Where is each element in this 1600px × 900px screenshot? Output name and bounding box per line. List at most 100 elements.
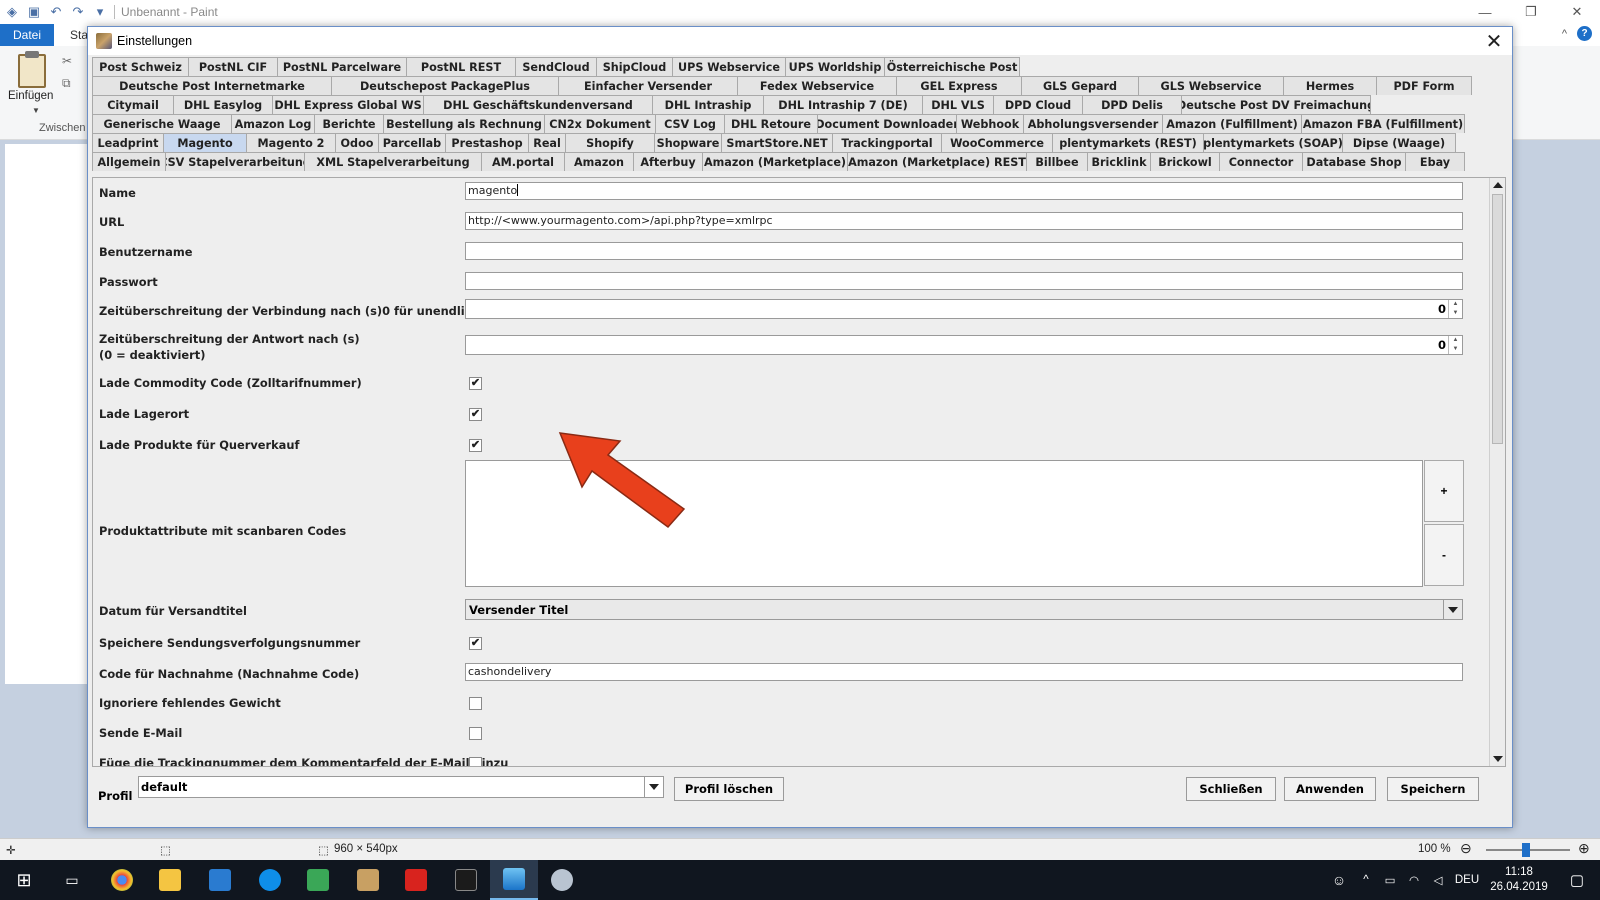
- task-view-icon[interactable]: ▭: [48, 860, 96, 900]
- add-attribute-button[interactable]: +: [1424, 460, 1464, 522]
- scrollbar-thumb[interactable]: [1492, 194, 1503, 444]
- tab-bricklink[interactable]: Bricklink: [1087, 152, 1151, 171]
- tab-database-shop[interactable]: Database Shop: [1302, 152, 1406, 171]
- tab-dpd-cloud[interactable]: DPD Cloud: [993, 95, 1083, 114]
- tab-sendcloud[interactable]: SendCloud: [515, 57, 597, 76]
- tab-ups-worldship[interactable]: UPS Worldship: [785, 57, 885, 76]
- zoom-out-icon[interactable]: ⊖: [1460, 840, 1472, 857]
- save-button[interactable]: Speichern: [1387, 777, 1479, 801]
- paint-taskbar-icon[interactable]: [490, 860, 538, 900]
- tab-dhl-retoure[interactable]: DHL Retoure: [724, 114, 818, 133]
- spinner-up-icon[interactable]: ▲: [1449, 300, 1462, 309]
- chrome-icon[interactable]: [98, 860, 146, 900]
- tab-post-schweiz[interactable]: Post Schweiz: [92, 57, 189, 76]
- tab-berichte[interactable]: Berichte: [314, 114, 384, 133]
- volume-icon[interactable]: ◁: [1426, 873, 1450, 887]
- tab-plentymarkets-soap[interactable]: plentymarkets (SOAP): [1203, 133, 1343, 152]
- tab-deutsche-post-dv-freimachung[interactable]: Deutsche Post DV Freimachung: [1181, 95, 1371, 114]
- terminal-icon[interactable]: [442, 860, 490, 900]
- querverkauf-checkbox[interactable]: ✔: [469, 439, 482, 452]
- tab-deutschepost-packageplus[interactable]: Deutschepost PackagePlus: [331, 76, 559, 95]
- delete-profile-button[interactable]: Profil löschen: [674, 777, 784, 801]
- vscode-icon[interactable]: [196, 860, 244, 900]
- commodity-code-checkbox[interactable]: ✔: [469, 377, 482, 390]
- send-email-checkbox[interactable]: [469, 727, 482, 740]
- spreadsheet-icon[interactable]: [294, 860, 342, 900]
- tab-pdf-form[interactable]: PDF Form: [1376, 76, 1472, 95]
- zoom-slider-thumb[interactable]: [1522, 843, 1530, 857]
- tab-afterbuy[interactable]: Afterbuy: [633, 152, 703, 171]
- tab-ups-webservice[interactable]: UPS Webservice: [672, 57, 786, 76]
- password-field[interactable]: [465, 272, 1463, 290]
- ignore-weight-checkbox[interactable]: [469, 697, 482, 710]
- tab-amazon-fba-fulfillment[interactable]: Amazon FBA (Fulfillment): [1301, 114, 1465, 133]
- tab-generische-waage[interactable]: Generische Waage: [92, 114, 232, 133]
- paste-icon[interactable]: [18, 51, 46, 88]
- apply-button[interactable]: Anwenden: [1284, 777, 1376, 801]
- wifi-icon[interactable]: ◠: [1402, 873, 1426, 887]
- tab-trackingportal[interactable]: Trackingportal: [832, 133, 942, 152]
- tab-real[interactable]: Real: [528, 133, 566, 152]
- customize-icon[interactable]: ▾: [92, 4, 108, 20]
- tab-cn2x-dokument[interactable]: CN2x Dokument: [544, 114, 656, 133]
- close-icon[interactable]: ✕: [1482, 29, 1506, 53]
- spinner-up-icon[interactable]: ▲: [1449, 336, 1462, 345]
- spinner-down-icon[interactable]: ▼: [1449, 309, 1462, 318]
- scroll-up-icon[interactable]: [1490, 178, 1505, 192]
- tab-billbee[interactable]: Billbee: [1026, 152, 1088, 171]
- collapse-ribbon-icon[interactable]: ^: [1562, 28, 1567, 40]
- tab-gls-gepard[interactable]: GLS Gepard: [1021, 76, 1139, 95]
- profile-select[interactable]: default: [138, 776, 664, 798]
- explorer-icon[interactable]: [146, 860, 194, 900]
- tab-start[interactable]: Sta: [70, 28, 88, 42]
- tab-odoo[interactable]: Odoo: [335, 133, 379, 152]
- notification-icon[interactable]: ▢: [1554, 871, 1600, 889]
- tracking-in-email-checkbox[interactable]: [469, 757, 482, 766]
- chevron-down-icon[interactable]: [1443, 600, 1462, 619]
- help-icon[interactable]: ?: [1577, 26, 1592, 41]
- maximize-icon[interactable]: ❐: [1508, 0, 1554, 24]
- tab-amazon-fulfillment[interactable]: Amazon (Fulfillment): [1162, 114, 1302, 133]
- tab-dipse-waage[interactable]: Dipse (Waage): [1342, 133, 1456, 152]
- tab-fedex-webservice[interactable]: Fedex Webservice: [737, 76, 897, 95]
- tab-einfacher-versender[interactable]: Einfacher Versender: [558, 76, 738, 95]
- tab-shipcloud[interactable]: ShipCloud: [596, 57, 673, 76]
- acrobat-icon[interactable]: [392, 860, 440, 900]
- connection-timeout-spinner[interactable]: 0 ▲ ▼: [465, 299, 1463, 319]
- tab-postnl-cif[interactable]: PostNL CIF: [188, 57, 278, 76]
- tab-shopify[interactable]: Shopify: [565, 133, 655, 152]
- tab-webhook[interactable]: Webhook: [956, 114, 1024, 133]
- tab-dpd-delis[interactable]: DPD Delis: [1082, 95, 1182, 114]
- tab-amazon-log[interactable]: Amazon Log: [231, 114, 315, 133]
- tab-plentymarkets-rest[interactable]: plentymarkets (REST): [1052, 133, 1204, 152]
- tab-datei[interactable]: Datei: [0, 24, 54, 46]
- tab-dhl-easylog[interactable]: DHL Easylog: [173, 95, 273, 114]
- response-timeout-spinner[interactable]: 0 ▲ ▼: [465, 335, 1463, 355]
- teamviewer-icon[interactable]: [246, 860, 294, 900]
- battery-icon[interactable]: ▭: [1378, 873, 1402, 887]
- zoom-in-icon[interactable]: ⊕: [1578, 840, 1590, 857]
- minimize-icon[interactable]: —: [1462, 0, 1508, 24]
- paint-canvas[interactable]: [5, 144, 95, 684]
- tab-dhl-express-global-ws[interactable]: DHL Express Global WS: [272, 95, 424, 114]
- tab-postnl-rest[interactable]: PostNL REST: [406, 57, 516, 76]
- package-icon[interactable]: [344, 860, 392, 900]
- tab-csv-log[interactable]: CSV Log: [655, 114, 725, 133]
- tab-amazon-marketplace[interactable]: Amazon (Marketplace): [702, 152, 848, 171]
- tab-postnl-parcelware[interactable]: PostNL Parcelware: [277, 57, 407, 76]
- tab-abholungsversender[interactable]: Abholungsversender: [1023, 114, 1163, 133]
- cut-icon[interactable]: ✂: [62, 54, 72, 68]
- tab-am-portal[interactable]: AM.portal: [481, 152, 565, 171]
- username-field[interactable]: [465, 242, 1463, 260]
- show-hidden-icon[interactable]: ^: [1354, 874, 1378, 886]
- tab-amazon-marketplace-rest[interactable]: Amazon (Marketplace) REST: [847, 152, 1027, 171]
- tab-leadprint[interactable]: Leadprint: [92, 133, 164, 152]
- tab-parcellab[interactable]: Parcellab: [378, 133, 446, 152]
- lagerort-checkbox[interactable]: ✔: [469, 408, 482, 421]
- tab-connector[interactable]: Connector: [1219, 152, 1303, 171]
- tab-citymail[interactable]: Citymail: [92, 95, 174, 114]
- tab-smartstore-net[interactable]: SmartStore.NET: [721, 133, 833, 152]
- vertical-scrollbar[interactable]: [1489, 178, 1505, 766]
- tab-allgemein[interactable]: Allgemein: [92, 152, 166, 171]
- tab-prestashop[interactable]: Prestashop: [445, 133, 529, 152]
